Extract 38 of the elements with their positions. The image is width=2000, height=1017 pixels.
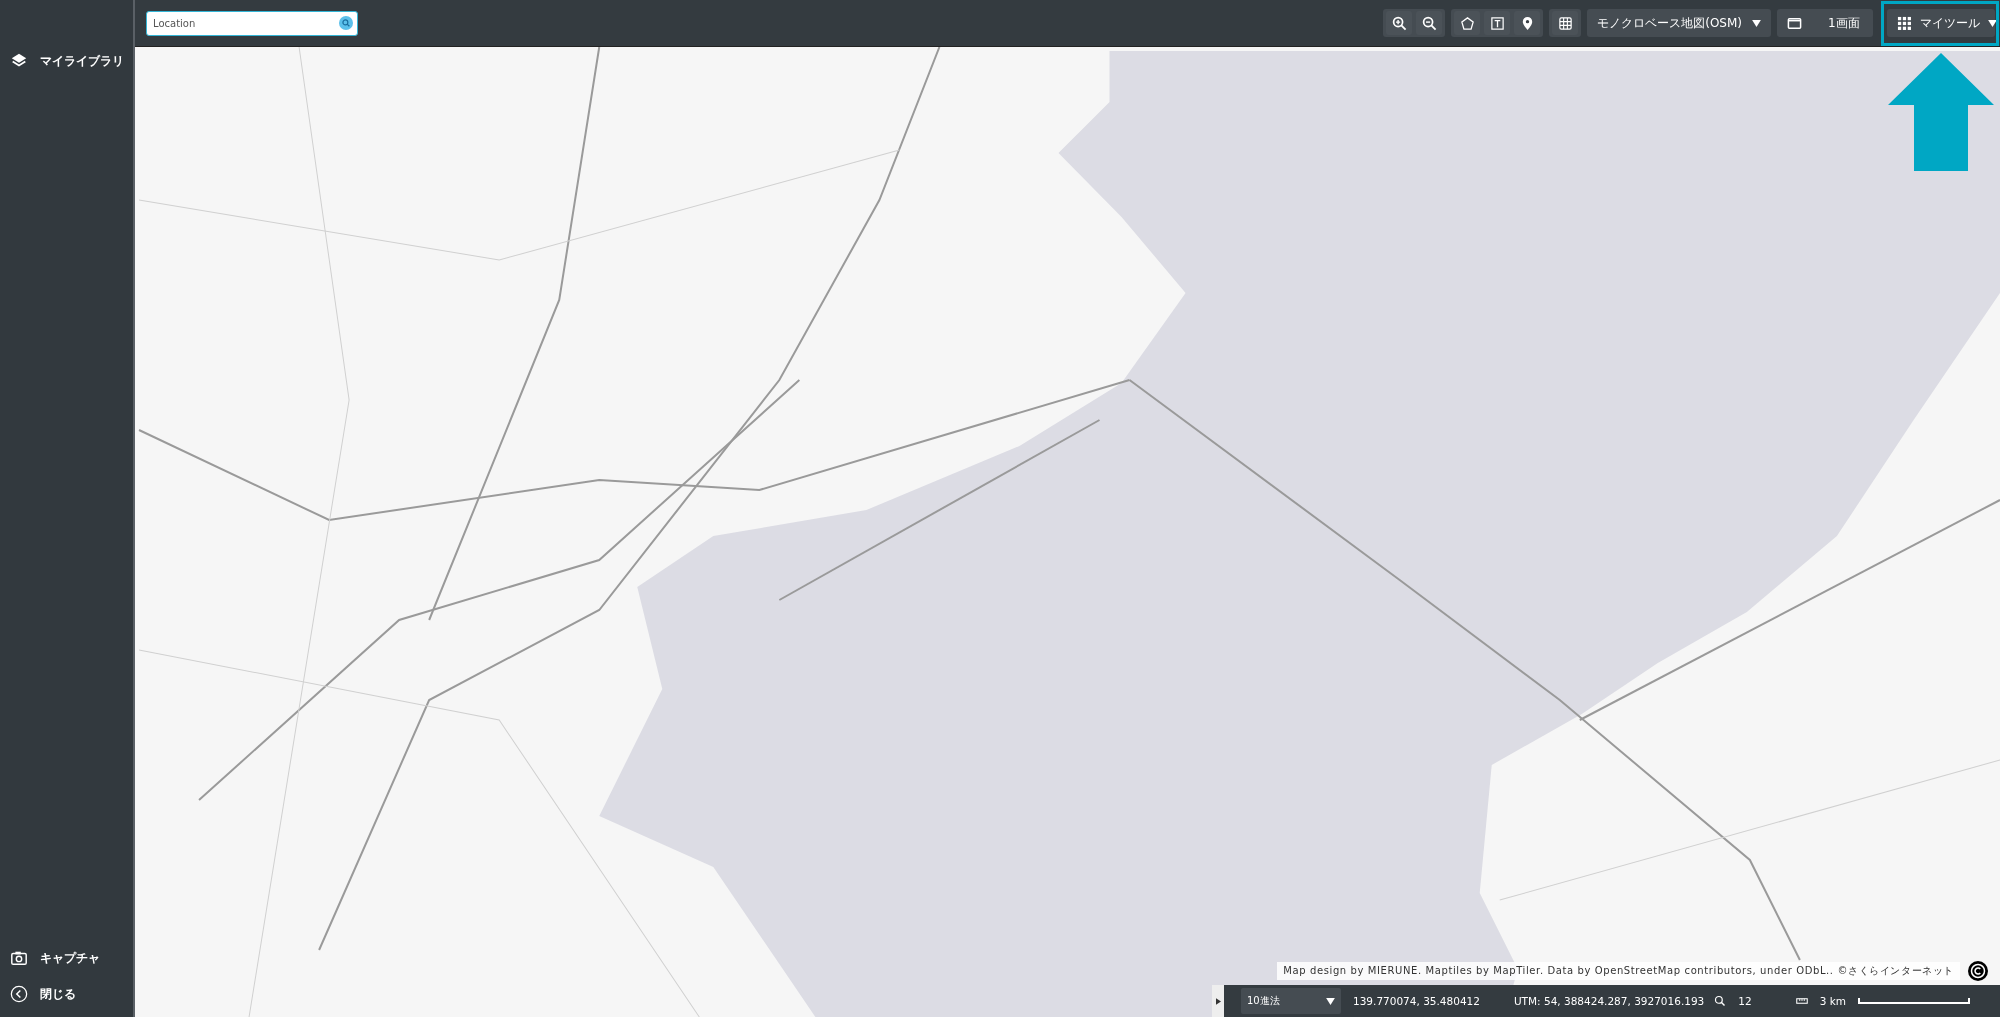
- caret-icon: [1988, 19, 1997, 27]
- sidebar-item[interactable]: 閉じる: [0, 985, 133, 1003]
- projection-dropdown[interactable]: 10進法: [1241, 988, 1341, 1014]
- zoom-in-button[interactable]: [1386, 11, 1413, 35]
- sidebar-item[interactable]: マイライブラリ: [0, 52, 133, 70]
- pin-tool-button[interactable]: [1514, 11, 1541, 35]
- basemap-dropdown[interactable]: モノクロベース地図(OSM): [1587, 9, 1771, 37]
- utm-text: UTM: 54, 388424.287, 3927016.193: [1513, 995, 1705, 1007]
- search-field[interactable]: Location: [146, 10, 358, 36]
- arrow-icon: [1888, 53, 1994, 171]
- expand-icon: [1215, 997, 1221, 1005]
- zoom-out-button[interactable]: [1416, 11, 1443, 35]
- zoom-level-text: 12: [1738, 995, 1752, 1007]
- text-tool-button[interactable]: [1484, 11, 1511, 35]
- caret-icon: [1752, 19, 1761, 27]
- camera-icon: [10, 949, 28, 967]
- copyright-icon[interactable]: [1968, 961, 1988, 981]
- ruler-icon: [1795, 995, 1808, 1007]
- grid-icon: [1557, 15, 1573, 31]
- expand-button[interactable]: [1212, 985, 1224, 1017]
- zoom-out-icon: [1421, 15, 1437, 31]
- text-box-icon: [1489, 15, 1505, 31]
- search-icon[interactable]: [339, 15, 353, 30]
- pentagon-icon: [1459, 15, 1475, 31]
- caret-icon: [1326, 997, 1335, 1005]
- screen-layout-button[interactable]: 1画面: [1777, 9, 1873, 37]
- grid-button[interactable]: [1552, 11, 1579, 35]
- polygon-tool-button[interactable]: [1454, 11, 1481, 35]
- my-tools-dropdown[interactable]: マイツール: [1887, 9, 1995, 37]
- attribution-text: Map design by MIERUNE. Maptiles by MapTiler. Data by OpenStreetMap contributors, under ODbL.. ©さくらインターネット: [1277, 962, 1960, 980]
- grid-icon: [1897, 15, 1912, 31]
- zoom-in-icon: [1391, 15, 1407, 31]
- magnifier-icon: [1714, 995, 1727, 1007]
- scale-text: 3 km: [1819, 995, 1846, 1007]
- back-icon: [10, 985, 28, 1003]
- window-icon: [1787, 15, 1802, 31]
- sidebar-item[interactable]: キャプチャ: [0, 949, 133, 967]
- coordinates-text: 139.770074, 35.480412: [1353, 995, 1480, 1007]
